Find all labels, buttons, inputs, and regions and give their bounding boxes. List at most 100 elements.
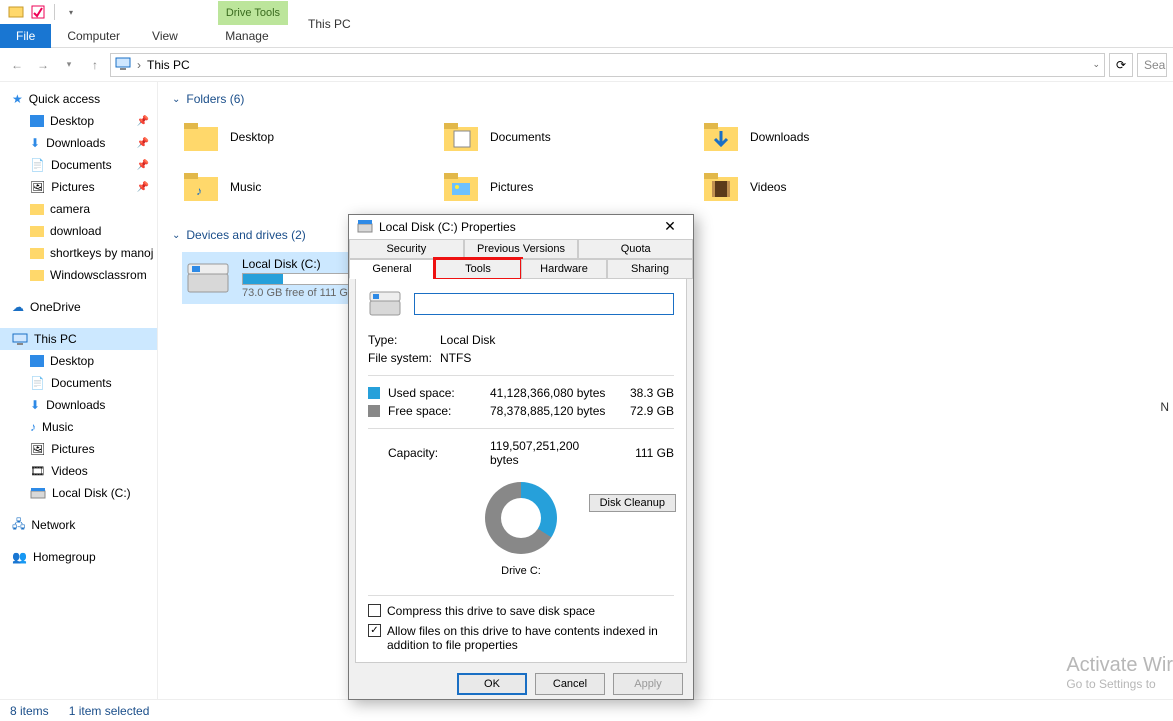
this-pc-node[interactable]: This PC [0,328,157,350]
onedrive-label: OneDrive [30,300,81,314]
compress-label: Compress this drive to save disk space [387,604,595,618]
manage-tab[interactable]: Manage [206,25,288,47]
qat-dropdown-icon[interactable]: ▾ [61,2,81,22]
folder-desktop-label: Desktop [230,130,274,144]
folder-desktop[interactable]: Desktop [182,116,402,158]
pc-documents-label: Documents [51,376,112,390]
folder-icon [702,118,740,156]
folder-videos[interactable]: Videos [702,166,922,208]
pc-local-disk[interactable]: Local Disk (C:) [0,482,157,504]
file-tab[interactable]: File [0,24,51,48]
qat-folder-icon[interactable] [6,2,26,22]
tab-general[interactable]: General [349,259,435,279]
watermark-sub: Go to Settings to [1066,677,1173,691]
folder-downloads[interactable]: Downloads [702,116,922,158]
qa-camera[interactable]: camera [0,198,157,220]
dialog-titlebar[interactable]: Local Disk (C:) Properties ✕ [349,215,693,239]
pc-downloads[interactable]: ⬇Downloads [0,394,157,416]
qa-desktop[interactable]: Desktop📌 [0,110,157,132]
pc-desktop[interactable]: Desktop [0,350,157,372]
folders-grid: Desktop Documents Downloads ♪Music Pictu… [182,116,1159,208]
tab-previous-versions[interactable]: Previous Versions [464,239,579,259]
folder-documents[interactable]: Documents [442,116,662,158]
tab-security[interactable]: Security [349,239,464,259]
pc-documents[interactable]: 📄Documents [0,372,157,394]
tab-sharing[interactable]: Sharing [607,259,693,279]
tab-tools[interactable]: Tools [435,259,521,279]
folder-icon [702,168,740,206]
pc-downloads-label: Downloads [46,398,105,412]
qa-documents[interactable]: 📄Documents📌 [0,154,157,176]
homegroup-icon: 👥 [12,550,27,564]
cutoff-letter: N [1160,400,1169,414]
checkbox-unchecked-icon[interactable] [368,604,381,617]
qa-windowsclassrom[interactable]: Windowsclassrom [0,264,157,286]
folders-group-header[interactable]: ⌄ Folders (6) [172,92,1159,106]
qa-download[interactable]: download [0,220,157,242]
recent-locations-button[interactable]: ▾ [58,54,80,76]
tab-hardware[interactable]: Hardware [521,259,607,279]
qat-properties-icon[interactable] [28,2,48,22]
filesystem-value: NTFS [440,351,471,365]
qa-pictures[interactable]: 🖼Pictures📌 [0,176,157,198]
address-bar[interactable]: › This PC ⌄ [110,53,1105,77]
cancel-button[interactable]: Cancel [535,673,605,695]
back-button[interactable]: ← [6,54,28,76]
dialog-buttons: OK Cancel Apply [349,669,693,699]
type-label: Type: [368,333,440,347]
qa-windowsclassrom-label: Windowsclassrom [50,268,147,282]
network-icon: 🖧 [12,515,25,536]
forward-button[interactable]: → [32,54,54,76]
pc-music[interactable]: ♪ Music [0,416,157,438]
music-icon: ♪ [30,420,36,434]
folder-music-label: Music [230,180,261,194]
compress-checkbox-row[interactable]: Compress this drive to save disk space [368,604,674,618]
index-checkbox-row[interactable]: ✓ Allow files on this drive to have cont… [368,624,674,652]
folder-icon [30,226,44,237]
pc-music-label: Music [42,420,73,434]
desktop-icon [30,355,44,367]
videos-icon: 🎞 [30,464,45,478]
status-bar: 8 items 1 item selected [0,699,1173,721]
tab-quota[interactable]: Quota [578,239,693,259]
pictures-icon: 🖼 [30,180,45,194]
qa-shortkeys[interactable]: shortkeys by manoj [0,242,157,264]
documents-icon: 📄 [30,158,45,172]
pc-pictures[interactable]: 🖼Pictures [0,438,157,460]
view-tab[interactable]: View [136,24,194,48]
network-node[interactable]: 🖧Network [0,514,157,536]
refresh-button[interactable]: ⟳ [1109,53,1133,77]
qa-downloads-label: Downloads [46,136,105,150]
disk-cleanup-button[interactable]: Disk Cleanup [589,494,676,512]
apply-button[interactable]: Apply [613,673,683,695]
folders-header-text: Folders (6) [186,92,244,106]
quick-access-node[interactable]: ★ Quick access [0,88,157,110]
qa-downloads[interactable]: ⬇Downloads📌 [0,132,157,154]
drive-capacity-bar [242,273,362,285]
search-box[interactable]: Sea [1137,53,1167,77]
folder-pictures[interactable]: Pictures [442,166,662,208]
navigation-pane: ★ Quick access Desktop📌 ⬇Downloads📌 📄Doc… [0,82,158,699]
close-button[interactable]: ✕ [655,218,685,235]
address-dropdown-icon[interactable]: ⌄ [1092,59,1100,70]
drive-label-input[interactable] [414,293,674,315]
qa-download-label: download [50,224,101,238]
quick-access-label: Quick access [29,92,100,106]
drive-icon [30,487,46,499]
drive-icon [357,219,373,235]
folder-music[interactable]: ♪Music [182,166,402,208]
up-button[interactable]: ↑ [84,54,106,76]
used-label: Used space: [388,386,455,400]
qa-shortkeys-label: shortkeys by manoj [50,246,153,260]
folder-icon [30,248,44,259]
computer-tab[interactable]: Computer [51,24,136,48]
qa-pictures-label: Pictures [51,180,94,194]
chevron-down-icon: ⌄ [172,230,180,241]
pictures-icon: 🖼 [30,442,45,456]
pc-videos[interactable]: 🎞Videos [0,460,157,482]
folder-videos-label: Videos [750,180,786,194]
checkbox-checked-icon[interactable]: ✓ [368,624,381,637]
ok-button[interactable]: OK [457,673,527,695]
onedrive-node[interactable]: ☁OneDrive [0,296,157,318]
homegroup-node[interactable]: 👥Homegroup [0,546,157,568]
